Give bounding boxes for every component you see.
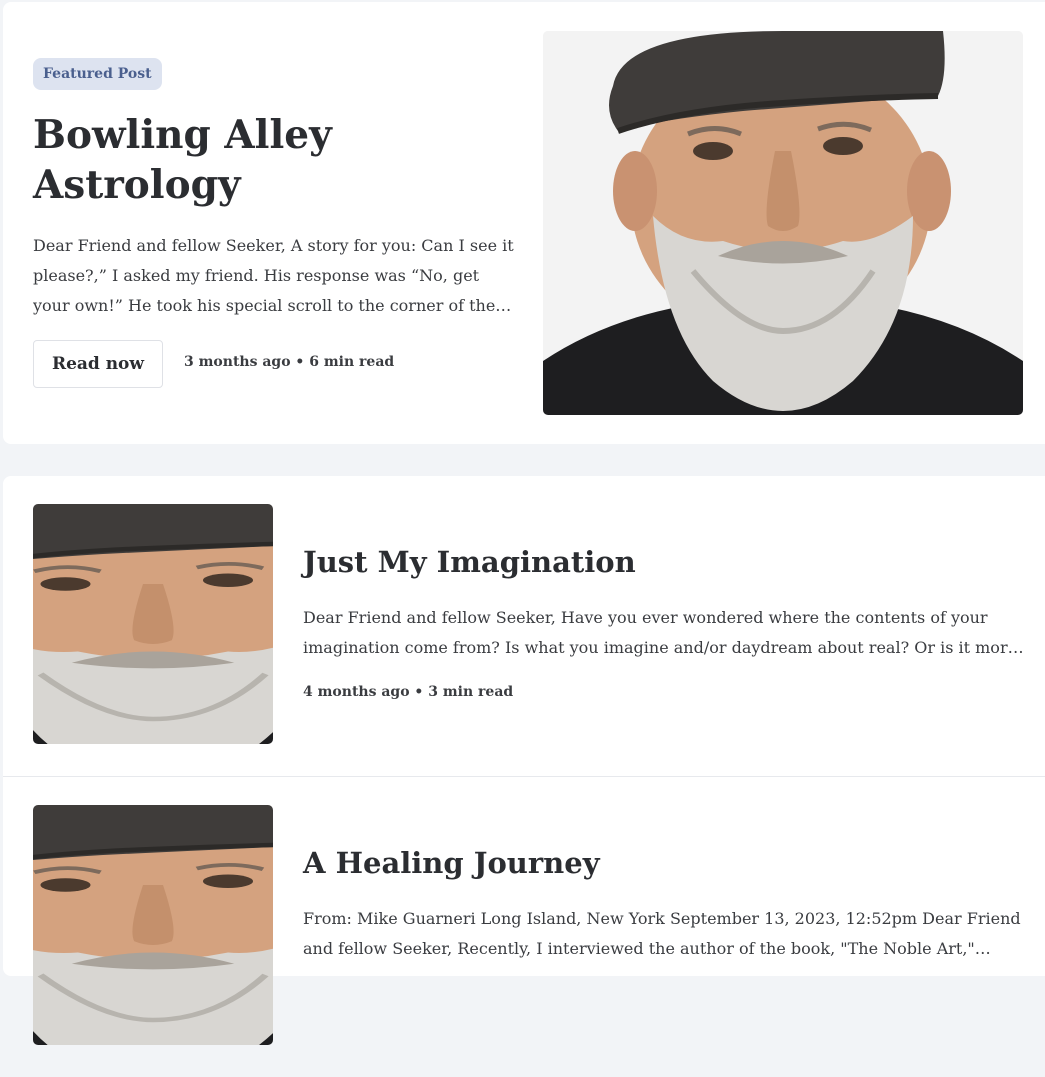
portrait-photo-icon xyxy=(33,504,273,744)
featured-post-title[interactable]: Bowling Alley Astrology xyxy=(33,110,463,210)
featured-post-meta: 3 months ago • 6 min read xyxy=(184,354,395,370)
post-thumbnail[interactable] xyxy=(33,504,273,744)
featured-post-excerpt: Dear Friend and fellow Seeker, A story f… xyxy=(33,236,514,315)
portrait-photo-icon xyxy=(33,805,273,1045)
post-item: Just My Imagination Dear Friend and fell… xyxy=(3,476,1045,776)
post-title[interactable]: Just My Imagination xyxy=(303,542,636,582)
read-now-button[interactable]: Read now xyxy=(33,340,163,388)
post-list: Just My Imagination Dear Friend and fell… xyxy=(3,476,1045,1045)
post-excerpt: From: Mike Guarneri Long Island, New Yor… xyxy=(303,909,1021,958)
portrait-photo-icon xyxy=(543,31,1023,415)
post-excerpt: Dear Friend and fellow Seeker, Have you … xyxy=(303,608,1018,657)
post-meta: 4 months ago • 3 min read xyxy=(303,684,514,700)
featured-post-image[interactable] xyxy=(543,31,1023,415)
post-item: A Healing Journey From: Mike Guarneri Lo… xyxy=(3,776,1045,1077)
featured-post-card: Featured Post Bowling Alley Astrology De… xyxy=(3,2,1045,444)
post-thumbnail[interactable] xyxy=(33,805,273,1045)
featured-post-badge: Featured Post xyxy=(33,58,162,90)
post-title[interactable]: A Healing Journey xyxy=(303,843,600,883)
